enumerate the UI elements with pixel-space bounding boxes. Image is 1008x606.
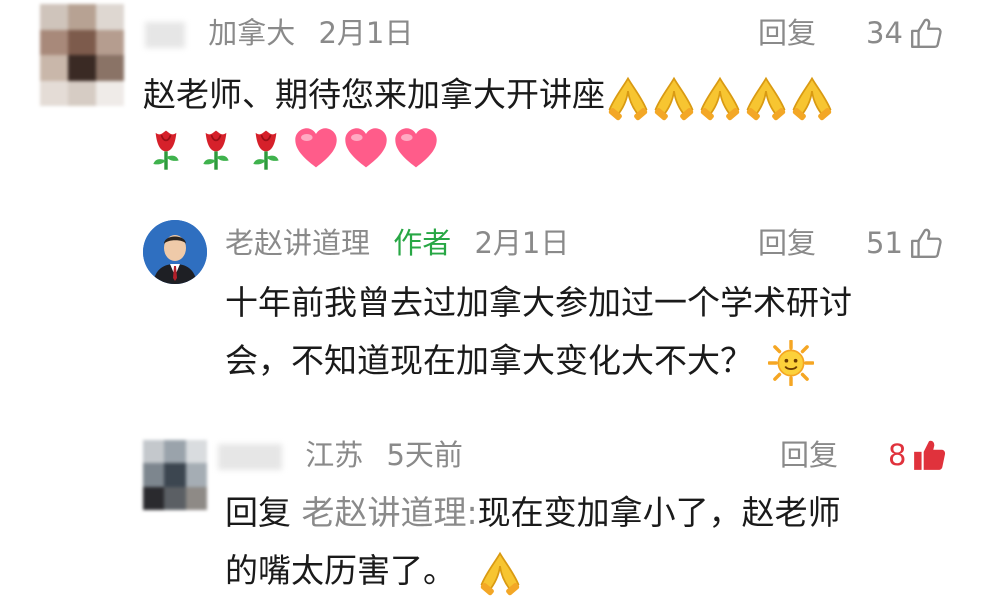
location: 加拿大 [208, 16, 296, 50]
heart-icon [293, 126, 339, 172]
username[interactable]: 老赵讲道理 [225, 226, 370, 260]
like-count: 51 [866, 226, 903, 260]
emoji-row-2 [143, 126, 439, 172]
reply-button[interactable]: 回复 [758, 13, 816, 53]
thumbs-up-icon [909, 226, 943, 260]
avatar[interactable] [40, 4, 124, 106]
comment-text-line-2: 的嘴太历害了。 [225, 542, 841, 600]
praying-hands-icon [789, 75, 835, 121]
comment-text-line-1-content: 现在变加拿小了，赵老师 [477, 493, 841, 532]
date: 2月1日 [474, 226, 570, 260]
comment-meta: 加拿大 2月1日 [145, 13, 427, 53]
like-button[interactable]: 51 [866, 223, 943, 263]
comment-text: 十年前我曾去过加拿大参加过一个学术研讨 会，不知道现在加拿大变化大不大？ [225, 274, 852, 390]
mention-link[interactable]: 老赵讲道理: [302, 493, 478, 532]
comment-text-line-1: 回复 老赵讲道理:现在变加拿小了，赵老师 [225, 484, 841, 542]
thumbs-up-icon [909, 16, 943, 50]
avatar[interactable] [143, 440, 207, 510]
rose-icon [193, 126, 239, 172]
reply-button[interactable]: 回复 [758, 223, 816, 263]
like-count: 34 [866, 16, 903, 50]
comment-text-content: 赵老师、期待您来加拿大开讲座 [143, 75, 605, 114]
comment-text: 赵老师、期待您来加拿大开讲座 [143, 66, 835, 126]
comment-meta: 老赵讲道理 作者 2月1日 [225, 223, 583, 263]
praying-hands-icon [651, 75, 697, 121]
avatar[interactable] [143, 220, 207, 284]
comment-text: 回复 老赵讲道理:现在变加拿小了，赵老师 的嘴太历害了。 [225, 484, 841, 600]
username[interactable] [145, 22, 185, 48]
date: 5天前 [386, 438, 463, 472]
praying-hands-icon [605, 75, 651, 121]
praying-hands-icon [697, 75, 743, 121]
reply-button[interactable]: 回复 [780, 435, 838, 475]
comment-text-line-2: 会，不知道现在加拿大变化大不大？ [225, 332, 852, 390]
comment-3: 江苏 5天前 回复 8 回复 老赵讲道理:现在变加拿小了，赵老师 的嘴太历害了。 [0, 420, 1008, 606]
emoji-row-1 [605, 68, 835, 126]
sun-icon [768, 340, 814, 386]
comment-text-line-2-content: 会，不知道现在加拿大变化大不大？ [225, 341, 753, 380]
like-button[interactable]: 34 [866, 13, 943, 53]
date: 2月1日 [318, 16, 414, 50]
rose-icon [143, 126, 189, 172]
comment-meta: 江苏 5天前 [218, 435, 477, 475]
like-count: 8 [888, 438, 907, 472]
like-button[interactable]: 8 [888, 435, 946, 475]
author-badge: 作者 [393, 226, 452, 260]
username[interactable] [218, 444, 282, 470]
author-avatar-portrait [143, 220, 207, 284]
praying-hands-icon [743, 75, 789, 121]
reply-prefix: 回复 [225, 493, 291, 532]
heart-icon [393, 126, 439, 172]
comment-1: 加拿大 2月1日 回复 34 赵老师、期待您来加拿大开讲座 [0, 0, 1008, 200]
thumbs-up-filled-icon [912, 438, 946, 472]
comment-text-line-2-content: 的嘴太历害了。 [225, 551, 456, 590]
rose-icon [243, 126, 289, 172]
comment-text-line-1: 十年前我曾去过加拿大参加过一个学术研讨 [225, 283, 852, 322]
praying-hands-icon [477, 550, 523, 596]
heart-icon [343, 126, 389, 172]
location: 江苏 [305, 438, 364, 472]
comment-2: 老赵讲道理 作者 2月1日 回复 51 十年前我曾去过加拿大参加过一个学术研讨 … [0, 200, 1008, 420]
